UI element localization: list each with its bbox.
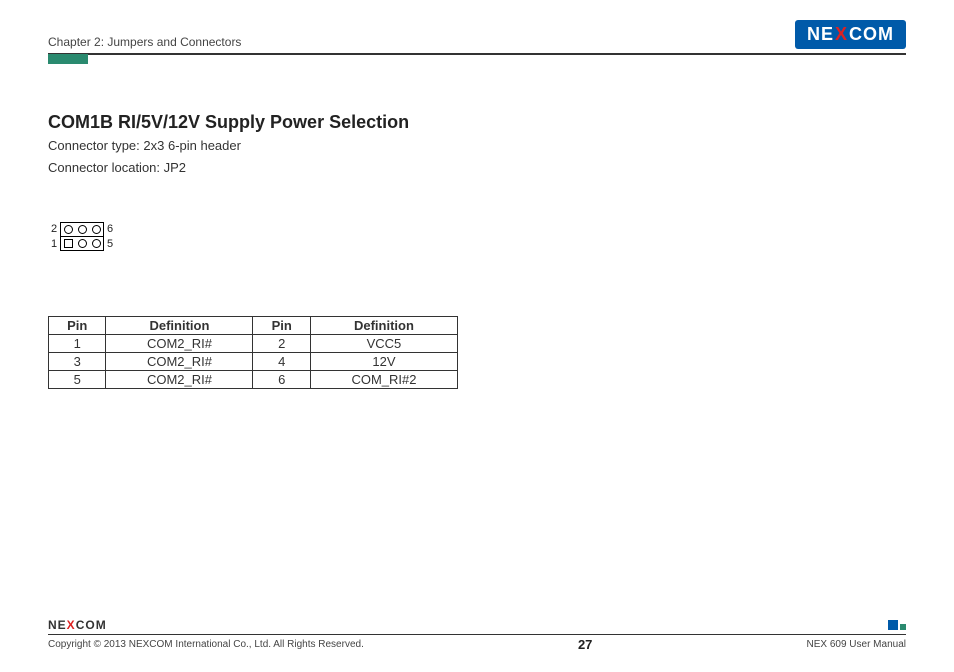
pin-label-5: 5 xyxy=(104,238,116,250)
cell-def: 12V xyxy=(310,352,457,370)
pin-3-icon xyxy=(75,237,89,250)
pin-definition-table: Pin Definition Pin Definition 1 COM2_RI#… xyxy=(48,316,458,389)
brand-text-ne: NE xyxy=(807,24,834,45)
pin-label-2: 2 xyxy=(48,223,60,235)
th-def-b: Definition xyxy=(310,316,457,334)
cell-def: COM2_RI# xyxy=(106,352,253,370)
cell-pin: 6 xyxy=(253,370,310,388)
pin-1-icon xyxy=(61,237,75,250)
pin-bottom-row xyxy=(60,236,104,251)
brand-text-x: X xyxy=(835,24,848,45)
accent-bar xyxy=(48,54,88,64)
brand-text-com: COM xyxy=(849,24,894,45)
page-header: Chapter 2: Jumpers and Connectors NEXCOM xyxy=(48,20,906,55)
cell-pin: 5 xyxy=(49,370,106,388)
chapter-title: Chapter 2: Jumpers and Connectors xyxy=(48,35,241,49)
th-pin-b: Pin xyxy=(253,316,310,334)
table-row: 5 COM2_RI# 6 COM_RI#2 xyxy=(49,370,458,388)
pin-6-icon xyxy=(89,223,103,236)
connector-location: Connector location: JP2 xyxy=(48,159,906,177)
pin-label-1: 1 xyxy=(48,238,60,250)
footer-brand-ne: NE xyxy=(48,618,67,632)
cell-pin: 1 xyxy=(49,334,106,352)
cell-def: COM2_RI# xyxy=(106,334,253,352)
th-pin-a: Pin xyxy=(49,316,106,334)
footer-brand-com: COM xyxy=(76,618,107,632)
cell-def: COM_RI#2 xyxy=(310,370,457,388)
table-row: 3 COM2_RI# 4 12V xyxy=(49,352,458,370)
cell-def: COM2_RI# xyxy=(106,370,253,388)
footer-copyright: Copyright © 2013 NEXCOM International Co… xyxy=(48,639,364,650)
pin-4-icon xyxy=(75,223,89,236)
footer-brand-x: X xyxy=(67,618,76,632)
cell-pin: 2 xyxy=(253,334,310,352)
cell-pin: 3 xyxy=(49,352,106,370)
section-title: COM1B RI/5V/12V Supply Power Selection xyxy=(48,112,906,133)
th-def-a: Definition xyxy=(106,316,253,334)
cell-def: VCC5 xyxy=(310,334,457,352)
page-number: 27 xyxy=(578,637,592,652)
pin-diagram: 2 6 1 5 xyxy=(48,221,116,251)
brand-logo: NEXCOM xyxy=(795,20,906,49)
footer-brand-logo: NEXCOM xyxy=(48,618,906,632)
footer-manual-name: NEX 609 User Manual xyxy=(806,639,906,650)
page-footer: NEXCOM Copyright © 2013 NEXCOM Internati… xyxy=(48,618,906,652)
table-row: 1 COM2_RI# 2 VCC5 xyxy=(49,334,458,352)
pin-label-6: 6 xyxy=(104,223,116,235)
connector-type: Connector type: 2x3 6-pin header xyxy=(48,137,906,155)
table-header-row: Pin Definition Pin Definition xyxy=(49,316,458,334)
pin-2-icon xyxy=(61,223,75,236)
pin-top-row xyxy=(60,222,104,236)
footer-decoration-icon xyxy=(888,620,906,630)
cell-pin: 4 xyxy=(253,352,310,370)
pin-5-icon xyxy=(89,237,103,250)
